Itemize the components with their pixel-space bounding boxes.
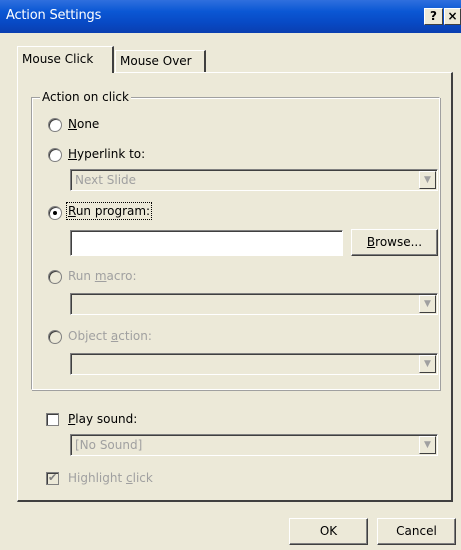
browse-button[interactable]: Browse... bbox=[351, 229, 438, 256]
label-object-action: Object action: bbox=[68, 329, 152, 343]
window-title: Action Settings bbox=[6, 8, 102, 23]
hyperlink-value: Next Slide bbox=[75, 173, 137, 187]
ok-button[interactable]: OK bbox=[289, 518, 368, 545]
action-group-legend: Action on click bbox=[40, 90, 131, 104]
dropdown-arrow-icon[interactable]: ▼ bbox=[419, 436, 436, 454]
close-button[interactable]: × bbox=[444, 8, 461, 25]
label-run-macro: Run macro: bbox=[68, 269, 137, 283]
label-none: None bbox=[68, 117, 100, 131]
checkmark-icon: ✔ bbox=[48, 471, 58, 484]
label-run-program: Run program: bbox=[65, 202, 153, 220]
tab-mouse-click[interactable]: Mouse Click bbox=[17, 46, 114, 73]
radio-hyperlink[interactable] bbox=[48, 148, 62, 162]
cancel-button[interactable]: Cancel bbox=[377, 518, 456, 545]
radio-run-macro[interactable] bbox=[48, 270, 62, 284]
tab-mouse-over[interactable]: Mouse Over bbox=[115, 50, 206, 72]
sound-value: [No Sound] bbox=[75, 438, 143, 452]
label-highlight-click: Highlight click bbox=[68, 471, 153, 485]
help-button[interactable]: ? bbox=[424, 8, 443, 25]
help-icon: ? bbox=[430, 9, 437, 23]
object-action-dropdown[interactable]: ▼ bbox=[70, 353, 438, 375]
macro-dropdown[interactable]: ▼ bbox=[70, 293, 438, 315]
hyperlink-dropdown[interactable]: Next Slide ▼ bbox=[70, 169, 438, 191]
dropdown-arrow-icon[interactable]: ▼ bbox=[419, 355, 436, 373]
label-play-sound: Play sound: bbox=[68, 412, 138, 426]
radio-none[interactable] bbox=[48, 118, 62, 132]
dropdown-arrow-icon[interactable]: ▼ bbox=[419, 171, 436, 189]
highlight-click-checkbox[interactable]: ✔ bbox=[46, 471, 59, 485]
close-icon: × bbox=[447, 9, 458, 23]
title-bar[interactable]: Action Settings ? × bbox=[0, 0, 461, 33]
radio-run-program[interactable] bbox=[48, 206, 62, 220]
program-path-input[interactable] bbox=[70, 230, 343, 256]
dropdown-arrow-icon[interactable]: ▼ bbox=[419, 295, 436, 313]
play-sound-checkbox[interactable] bbox=[46, 413, 59, 426]
label-hyperlink: Hyperlink to: bbox=[68, 147, 146, 161]
radio-object-action[interactable] bbox=[48, 330, 62, 344]
sound-dropdown[interactable]: [No Sound] ▼ bbox=[70, 434, 438, 456]
